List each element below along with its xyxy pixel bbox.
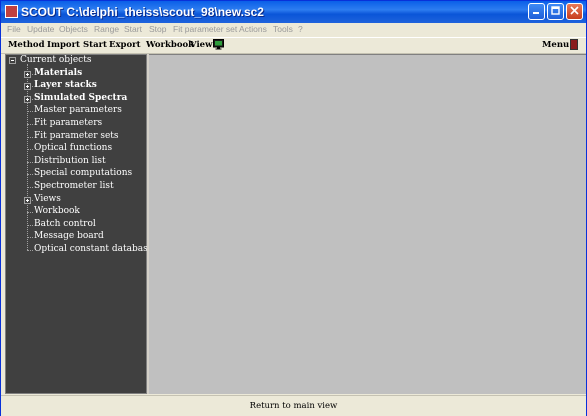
tree-connector xyxy=(27,111,33,113)
menu-objects[interactable]: Objects xyxy=(59,24,88,34)
tree-root[interactable]: Current objects xyxy=(20,55,91,65)
tree-item-optical-functions[interactable]: Optical functions xyxy=(34,143,112,153)
app-icon[interactable] xyxy=(5,5,18,18)
menu-update[interactable]: Update xyxy=(27,24,54,34)
tool-icon[interactable] xyxy=(570,39,578,50)
toolbar-workbook[interactable]: Workbook xyxy=(146,40,194,50)
tree-item-views[interactable]: Views xyxy=(34,194,61,204)
tree-item-master-parameters[interactable]: Master parameters xyxy=(34,105,122,115)
maximize-icon xyxy=(551,6,560,15)
scout-window: SCOUT C:\delphi_theiss\scout_98\new.sc2 … xyxy=(0,0,587,416)
close-icon xyxy=(570,6,579,15)
menu-stop[interactable]: Stop xyxy=(149,24,167,34)
menu-start[interactable]: Start xyxy=(124,24,142,34)
tree-connector xyxy=(27,124,33,125)
object-tree[interactable]: Current objects Materials Layer stacks Sim… xyxy=(5,54,153,394)
close-button[interactable] xyxy=(566,3,583,20)
tree-item-message-board[interactable]: Message board xyxy=(34,231,104,241)
tree-item-fit-parameters[interactable]: Fit parameters xyxy=(34,118,102,128)
status-bar: Return to main view xyxy=(1,395,586,416)
tree-item-fit-parameter-sets[interactable]: Fit parameter sets xyxy=(34,131,119,141)
tree-item-batch-control[interactable]: Batch control xyxy=(34,219,96,229)
menu-file[interactable]: File xyxy=(7,24,21,34)
minimize-button[interactable] xyxy=(528,3,545,20)
tree-connector xyxy=(27,149,33,151)
minimize-icon xyxy=(533,12,539,14)
tree-connector xyxy=(27,136,33,138)
tree-item-special-computations[interactable]: Special computations xyxy=(34,168,132,178)
toolbar: Method Import Start Export Workbook View… xyxy=(1,37,586,54)
tree-connector xyxy=(27,212,33,214)
tree-connector xyxy=(27,224,33,226)
title-bar[interactable]: SCOUT C:\delphi_theiss\scout_98\new.sc2 xyxy=(1,1,586,23)
tree-item-materials[interactable]: Materials xyxy=(34,68,82,78)
menu-range[interactable]: Range xyxy=(94,24,119,34)
expand-icon[interactable] xyxy=(24,196,31,204)
expand-icon[interactable] xyxy=(24,83,31,91)
tree-item-simulated-spectra[interactable]: Simulated Spectra xyxy=(34,93,127,103)
main-view-area[interactable] xyxy=(149,54,586,394)
toolbar-menu[interactable]: Menu xyxy=(542,40,569,50)
expand-icon[interactable] xyxy=(24,95,31,103)
toolbar-method[interactable]: Method xyxy=(8,40,45,50)
window-title: SCOUT C:\delphi_theiss\scout_98\new.sc2 xyxy=(21,5,264,19)
tree-connector xyxy=(27,174,33,176)
menu-actions[interactable]: Actions xyxy=(239,24,267,34)
toolbar-import[interactable]: Import xyxy=(47,40,80,50)
toolbar-export[interactable]: Export xyxy=(109,40,141,50)
tree-connector xyxy=(27,250,33,251)
menu-bar: File Update Objects Range Start Stop Fit… xyxy=(1,23,586,37)
menu-fit-parameter-set[interactable]: Fit parameter set xyxy=(173,24,237,34)
collapse-icon[interactable] xyxy=(9,57,16,64)
monitor-icon[interactable] xyxy=(213,39,224,50)
tree-connector xyxy=(27,161,33,163)
menu-tools[interactable]: Tools xyxy=(273,24,293,34)
menu-help[interactable]: ? xyxy=(298,24,303,34)
toolbar-view[interactable]: View xyxy=(190,40,212,50)
tree-item-optical-constant-database[interactable]: Optical constant database xyxy=(34,244,153,254)
expand-icon[interactable] xyxy=(24,70,31,78)
toolbar-start[interactable]: Start xyxy=(83,40,107,50)
tree-vline xyxy=(27,64,28,250)
tree-item-workbook[interactable]: Workbook xyxy=(34,206,80,216)
tree-item-layer-stacks[interactable]: Layer stacks xyxy=(34,80,97,90)
return-to-main-view-button[interactable]: Return to main view xyxy=(1,401,586,411)
tree-connector xyxy=(27,187,33,188)
maximize-button[interactable] xyxy=(547,3,564,20)
tree-item-distribution-list[interactable]: Distribution list xyxy=(34,156,106,166)
tree-item-spectrometer-list[interactable]: Spectrometer list xyxy=(34,181,114,191)
tree-connector xyxy=(27,237,33,239)
